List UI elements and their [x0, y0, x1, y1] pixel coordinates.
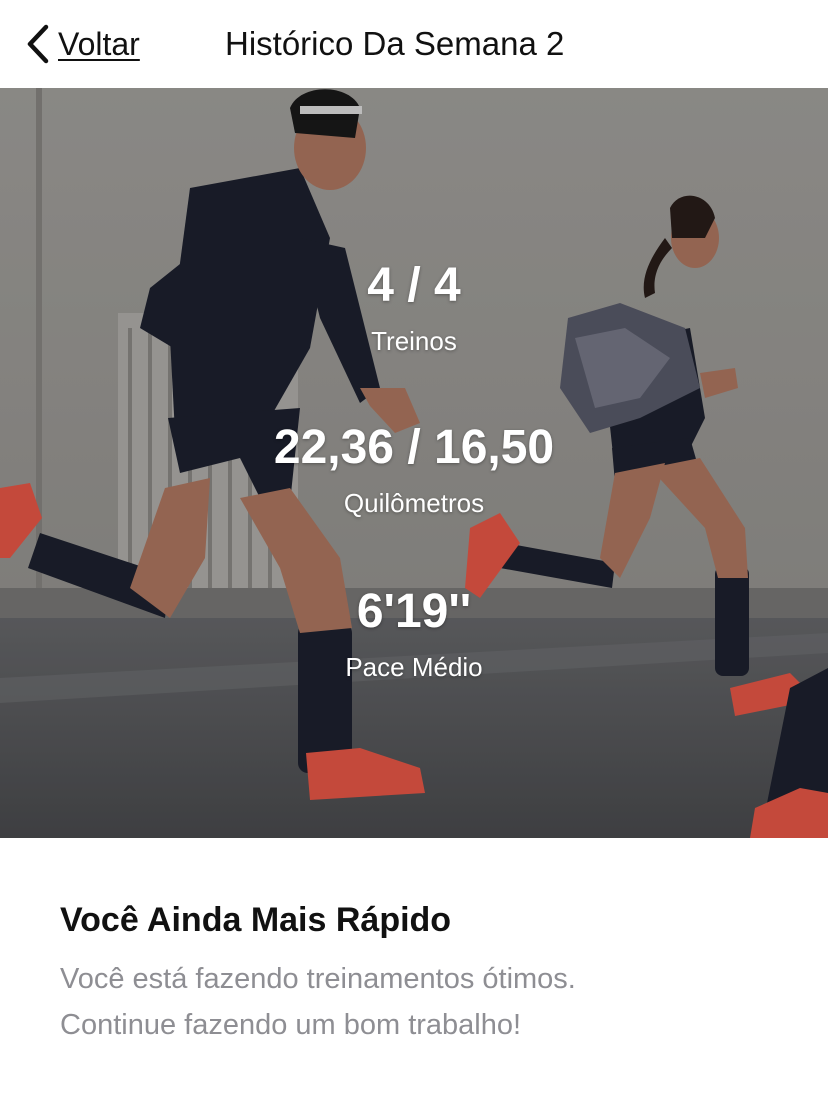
summary-title: Você Ainda Mais Rápido	[60, 901, 452, 939]
summary-body-line: Você está fazendo treinamentos ótimos.	[60, 963, 576, 995]
week-history-screen: Voltar Histórico Da Semana 2 4 / 4 Trein…	[0, 0, 828, 1100]
summary-section: Você Ainda Mais Rápido Você está fazendo…	[60, 896, 780, 1048]
workouts-value: 4 / 4	[367, 259, 461, 312]
pace-value: 6'19''	[356, 585, 472, 638]
summary-body: Você está fazendo treinamentos ótimos. C…	[60, 956, 780, 1048]
hero-image: 4 / 4 Treinos 22,36 / 16,50 Quilômetros …	[0, 88, 828, 838]
chevron-left-icon	[27, 24, 49, 64]
summary-body-line: Continue fazendo um bom trabalho!	[60, 1009, 522, 1041]
pace-label: Pace Médio	[345, 652, 483, 682]
distance-label: Quilômetros	[343, 488, 485, 518]
page-title: Histórico Da Semana 2	[225, 25, 565, 62]
stats-overlay: 4 / 4 Treinos 22,36 / 16,50 Quilômetros …	[0, 88, 828, 838]
back-button[interactable]: Voltar	[22, 22, 140, 66]
back-label[interactable]: Voltar	[58, 22, 140, 66]
navigation-header: Voltar Histórico Da Semana 2	[0, 0, 828, 88]
workouts-label: Treinos	[371, 326, 457, 356]
distance-value: 22,36 / 16,50	[273, 421, 555, 474]
